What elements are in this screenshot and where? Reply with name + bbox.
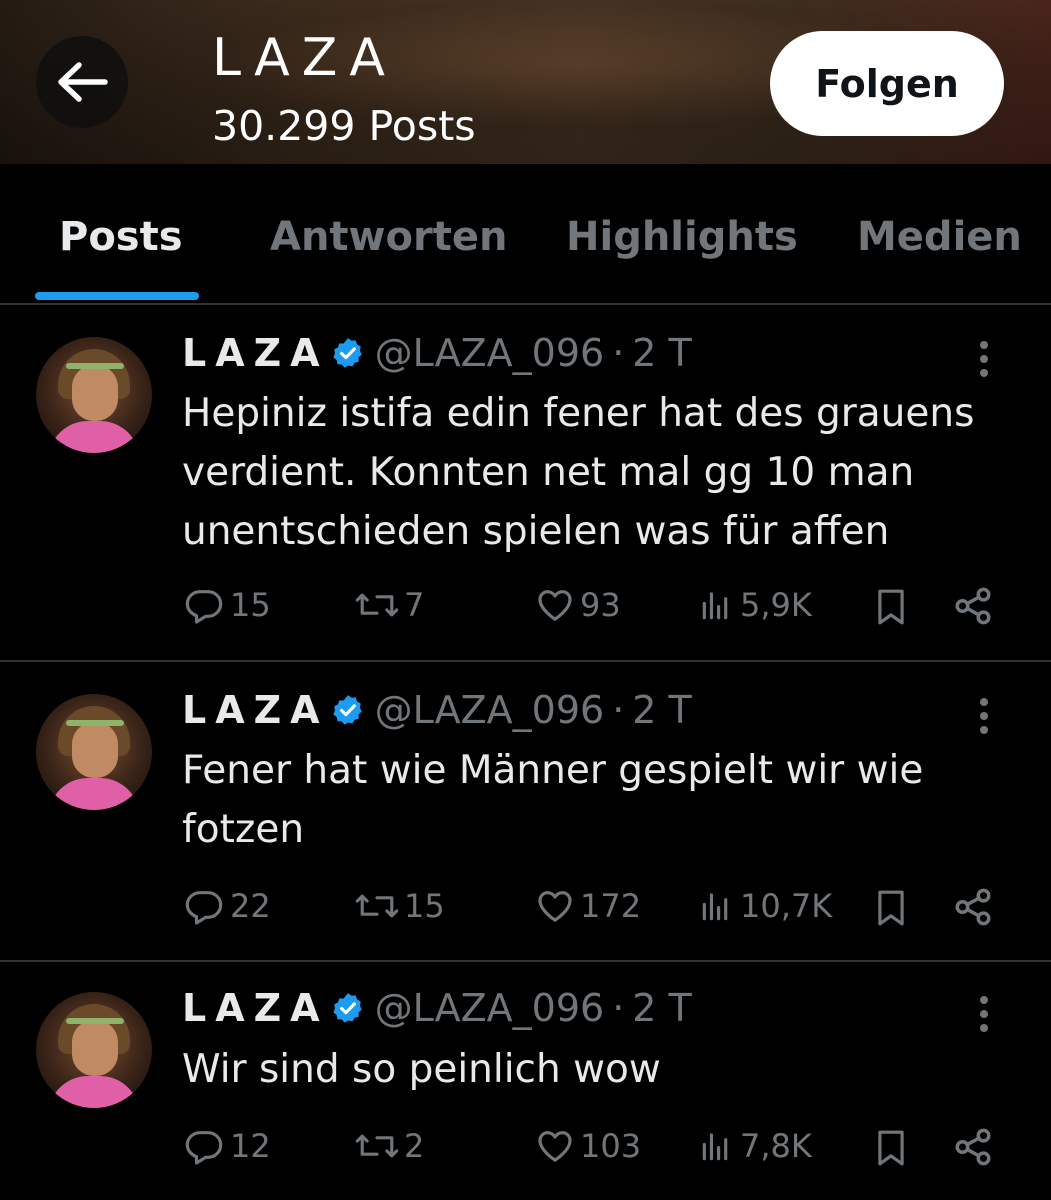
- follow-button[interactable]: Folgen: [770, 31, 1004, 136]
- view-count: 10,7K: [740, 887, 833, 925]
- repost-button[interactable]: 2: [354, 1126, 424, 1166]
- author-handle[interactable]: @LAZA_096: [375, 986, 605, 1030]
- bookmark-icon: [878, 890, 904, 926]
- reply-button[interactable]: 22: [182, 886, 271, 926]
- verified-badge-icon: [331, 693, 365, 727]
- verified-badge-icon: [331, 336, 365, 370]
- post-text: Wir sind so peinlich wow: [182, 1047, 661, 1092]
- views-button[interactable]: 10,7K: [698, 886, 832, 926]
- analytics-icon: [702, 592, 728, 620]
- reply-count: 22: [230, 887, 271, 925]
- reply-count: 12: [230, 1127, 271, 1165]
- post-time[interactable]: 2 T: [632, 688, 691, 732]
- profile-name: LAZA: [212, 28, 397, 88]
- tab-medien[interactable]: Medien: [857, 214, 1022, 260]
- separator-dot: ·: [612, 986, 625, 1030]
- bookmark-button[interactable]: [872, 886, 910, 930]
- post[interactable]: LAZA @LAZA_096 · 2 T Hepiniz istifa edin…: [0, 305, 1051, 662]
- verified-badge-icon: [331, 991, 365, 1025]
- tab-posts[interactable]: Posts: [59, 214, 183, 260]
- avatar[interactable]: [36, 694, 152, 810]
- repost-count: 7: [404, 586, 425, 624]
- more-options-icon[interactable]: [980, 996, 988, 1032]
- reply-button[interactable]: 15: [182, 585, 271, 625]
- avatar[interactable]: [36, 992, 152, 1108]
- post-header: LAZA @LAZA_096 · 2 T: [182, 986, 692, 1030]
- share-icon: [955, 888, 991, 926]
- view-count: 7,8K: [740, 1127, 812, 1165]
- heart-icon: [538, 590, 572, 621]
- like-button[interactable]: 172: [534, 886, 641, 926]
- repost-icon: [355, 593, 399, 617]
- views-button[interactable]: 5,9K: [698, 585, 812, 625]
- heart-icon: [538, 891, 572, 922]
- author-name[interactable]: LAZA: [182, 688, 329, 732]
- reply-button[interactable]: 12: [182, 1126, 271, 1166]
- bookmark-icon: [878, 589, 904, 625]
- reply-icon: [185, 891, 223, 925]
- share-icon: [955, 1128, 991, 1166]
- post-actions: 12 2 103 7,8K: [182, 1126, 1012, 1176]
- post-actions: 22 15 172 10,7K: [182, 886, 1012, 936]
- post-count: 30.299 Posts: [212, 102, 476, 150]
- reply-icon: [185, 1131, 223, 1165]
- repost-button[interactable]: 15: [354, 886, 445, 926]
- post-actions: 15 7 93 5,9K: [182, 585, 1012, 635]
- repost-button[interactable]: 7: [354, 585, 424, 625]
- share-button[interactable]: [952, 1126, 994, 1168]
- post[interactable]: LAZA @LAZA_096 · 2 T Wir sind so peinlic…: [0, 962, 1051, 1200]
- author-name[interactable]: LAZA: [182, 331, 329, 375]
- post-time[interactable]: 2 T: [632, 331, 691, 375]
- author-name[interactable]: LAZA: [182, 986, 329, 1030]
- analytics-icon: [702, 1133, 728, 1161]
- repost-count: 15: [404, 887, 445, 925]
- post[interactable]: LAZA @LAZA_096 · 2 T Fener hat wie Männe…: [0, 662, 1051, 962]
- analytics-icon: [702, 893, 728, 921]
- bookmark-icon: [878, 1130, 904, 1166]
- tab-antworten[interactable]: Antworten: [270, 214, 507, 260]
- repost-icon: [355, 894, 399, 918]
- post-header: LAZA @LAZA_096 · 2 T: [182, 688, 692, 732]
- more-options-icon[interactable]: [980, 698, 988, 734]
- reply-count: 15: [230, 586, 271, 624]
- separator-dot: ·: [612, 331, 625, 375]
- repost-icon: [355, 1134, 399, 1158]
- more-options-icon[interactable]: [980, 341, 988, 377]
- share-button[interactable]: [952, 886, 994, 928]
- like-button[interactable]: 103: [534, 1126, 641, 1166]
- post-time[interactable]: 2 T: [632, 986, 691, 1030]
- post-header: LAZA @LAZA_096 · 2 T: [182, 331, 692, 375]
- post-text: Fener hat wie Männer gespielt wir wie fo…: [182, 748, 924, 852]
- like-count: 172: [580, 887, 642, 925]
- profile-header: LAZA 30.299 Posts Folgen: [0, 0, 1051, 164]
- active-tab-indicator: [35, 292, 199, 300]
- views-button[interactable]: 7,8K: [698, 1126, 812, 1166]
- bookmark-button[interactable]: [872, 1126, 910, 1170]
- reply-icon: [185, 590, 223, 624]
- post-text: Hepiniz istifa edin fener hat des grauen…: [182, 391, 975, 554]
- avatar[interactable]: [36, 337, 152, 453]
- share-icon: [955, 587, 991, 625]
- like-button[interactable]: 93: [534, 585, 621, 625]
- view-count: 5,9K: [740, 586, 812, 624]
- share-button[interactable]: [952, 585, 994, 627]
- repost-count: 2: [404, 1127, 425, 1165]
- arrow-left-icon: [58, 62, 108, 102]
- like-count: 103: [580, 1127, 642, 1165]
- separator-dot: ·: [612, 688, 625, 732]
- bookmark-button[interactable]: [872, 585, 910, 629]
- back-button[interactable]: [36, 36, 128, 128]
- tab-highlights[interactable]: Highlights: [566, 214, 798, 260]
- author-handle[interactable]: @LAZA_096: [375, 688, 605, 732]
- profile-tabs: Posts Antworten Highlights Medien: [0, 164, 1051, 305]
- author-handle[interactable]: @LAZA_096: [375, 331, 605, 375]
- heart-icon: [538, 1131, 572, 1162]
- like-count: 93: [580, 586, 621, 624]
